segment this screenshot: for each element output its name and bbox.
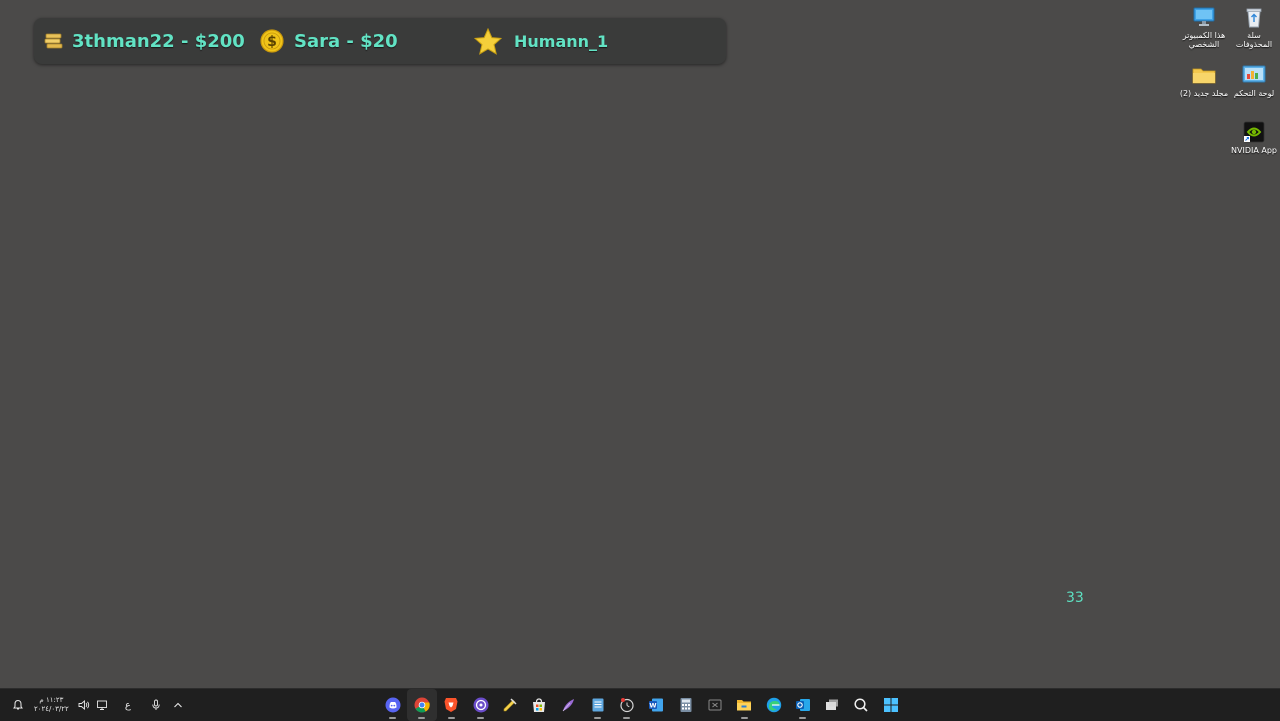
donation-item: 3thman22 - $200 xyxy=(44,18,245,64)
clock[interactable]: ١١:٢٣ م ٢٠٢٤/٠٣/٢٢ xyxy=(34,696,69,714)
calculator-icon[interactable] xyxy=(671,689,700,721)
monitor-icon xyxy=(1191,6,1217,28)
taskbar-apps: W xyxy=(378,689,905,721)
outlook-icon[interactable] xyxy=(788,689,817,721)
donation-text: 3thman22 - $200 xyxy=(72,30,245,52)
chrome-icon[interactable] xyxy=(407,689,437,721)
desktop-icon-label: (2) مجلد جديد xyxy=(1179,89,1229,98)
gold-bars-icon xyxy=(44,33,63,49)
volume-icon[interactable] xyxy=(75,689,93,721)
notes-icon[interactable] xyxy=(495,689,524,721)
folder-icon xyxy=(1191,64,1217,86)
notepad-icon[interactable] xyxy=(583,689,612,721)
desktop-icon-label: سلة المحذوفات xyxy=(1235,31,1273,49)
counter-text: 33 xyxy=(1066,590,1084,606)
excel-icon[interactable] xyxy=(700,689,729,721)
donation-text: Humann_1 xyxy=(514,31,609,51)
star-icon xyxy=(474,27,502,55)
clock-date: ٢٠٢٤/٠٣/٢٢ xyxy=(34,705,69,713)
desktop-icon-label: هذا الكمبيوتر الشخصي xyxy=(1182,31,1226,49)
recycle-bin-icon xyxy=(1241,6,1267,28)
edge-icon[interactable] xyxy=(759,689,788,721)
notification-bell-icon[interactable] xyxy=(8,689,28,721)
desktop-icon-label: لوحة التحكم xyxy=(1233,89,1275,98)
control-panel-icon xyxy=(1241,64,1267,86)
clock-icon[interactable] xyxy=(612,689,641,721)
search-icon[interactable] xyxy=(847,689,876,721)
network-icon[interactable] xyxy=(93,689,111,721)
task-view-icon[interactable] xyxy=(817,689,846,721)
chevron-up-icon[interactable] xyxy=(167,689,189,721)
taskbar: ١١:٢٣ م ٢٠٢٤/٠٣/٢٢ ع W xyxy=(0,688,1280,721)
system-tray: ١١:٢٣ م ٢٠٢٤/٠٣/٢٢ ع xyxy=(8,689,189,721)
clock-time: ١١:٢٣ م xyxy=(39,696,64,704)
nvidia-icon xyxy=(1241,121,1267,143)
desktop-icon-nvidia-app[interactable]: NVIDIA App xyxy=(1228,121,1280,155)
start-icon[interactable] xyxy=(876,689,905,721)
svg-text:$: $ xyxy=(267,34,277,50)
microphone-icon[interactable] xyxy=(145,689,167,721)
word-icon[interactable]: W xyxy=(642,689,671,721)
donation-item: Humann_1 xyxy=(474,18,608,64)
desktop-icon-label: NVIDIA App xyxy=(1231,146,1277,155)
desktop-icon-new-folder[interactable]: (2) مجلد جديد xyxy=(1178,64,1230,98)
file-explorer-icon[interactable] xyxy=(730,689,759,721)
donation-overlay: 3thman22 - $200 $ Sara - $20 Humann_1 xyxy=(34,18,726,64)
store-icon[interactable] xyxy=(524,689,553,721)
desktop-icon-control-panel[interactable]: لوحة التحكم xyxy=(1228,64,1280,98)
obs-icon[interactable] xyxy=(466,689,495,721)
dollar-coin-icon: $ xyxy=(260,29,284,53)
brave-icon[interactable] xyxy=(437,689,466,721)
language-indicator[interactable]: ع xyxy=(111,689,145,721)
feather-icon[interactable] xyxy=(554,689,583,721)
desktop-icon-recycle-bin[interactable]: سلة المحذوفات xyxy=(1228,6,1280,49)
donation-item: $ Sara - $20 xyxy=(260,18,398,64)
svg-text:W: W xyxy=(650,702,657,710)
discord-icon[interactable] xyxy=(378,689,407,721)
desktop-icon-this-pc[interactable]: هذا الكمبيوتر الشخصي xyxy=(1178,6,1230,49)
donation-text: Sara - $20 xyxy=(294,30,398,52)
desktop: 3thman22 - $200 $ Sara - $20 Humann_1 33 xyxy=(0,0,1280,688)
